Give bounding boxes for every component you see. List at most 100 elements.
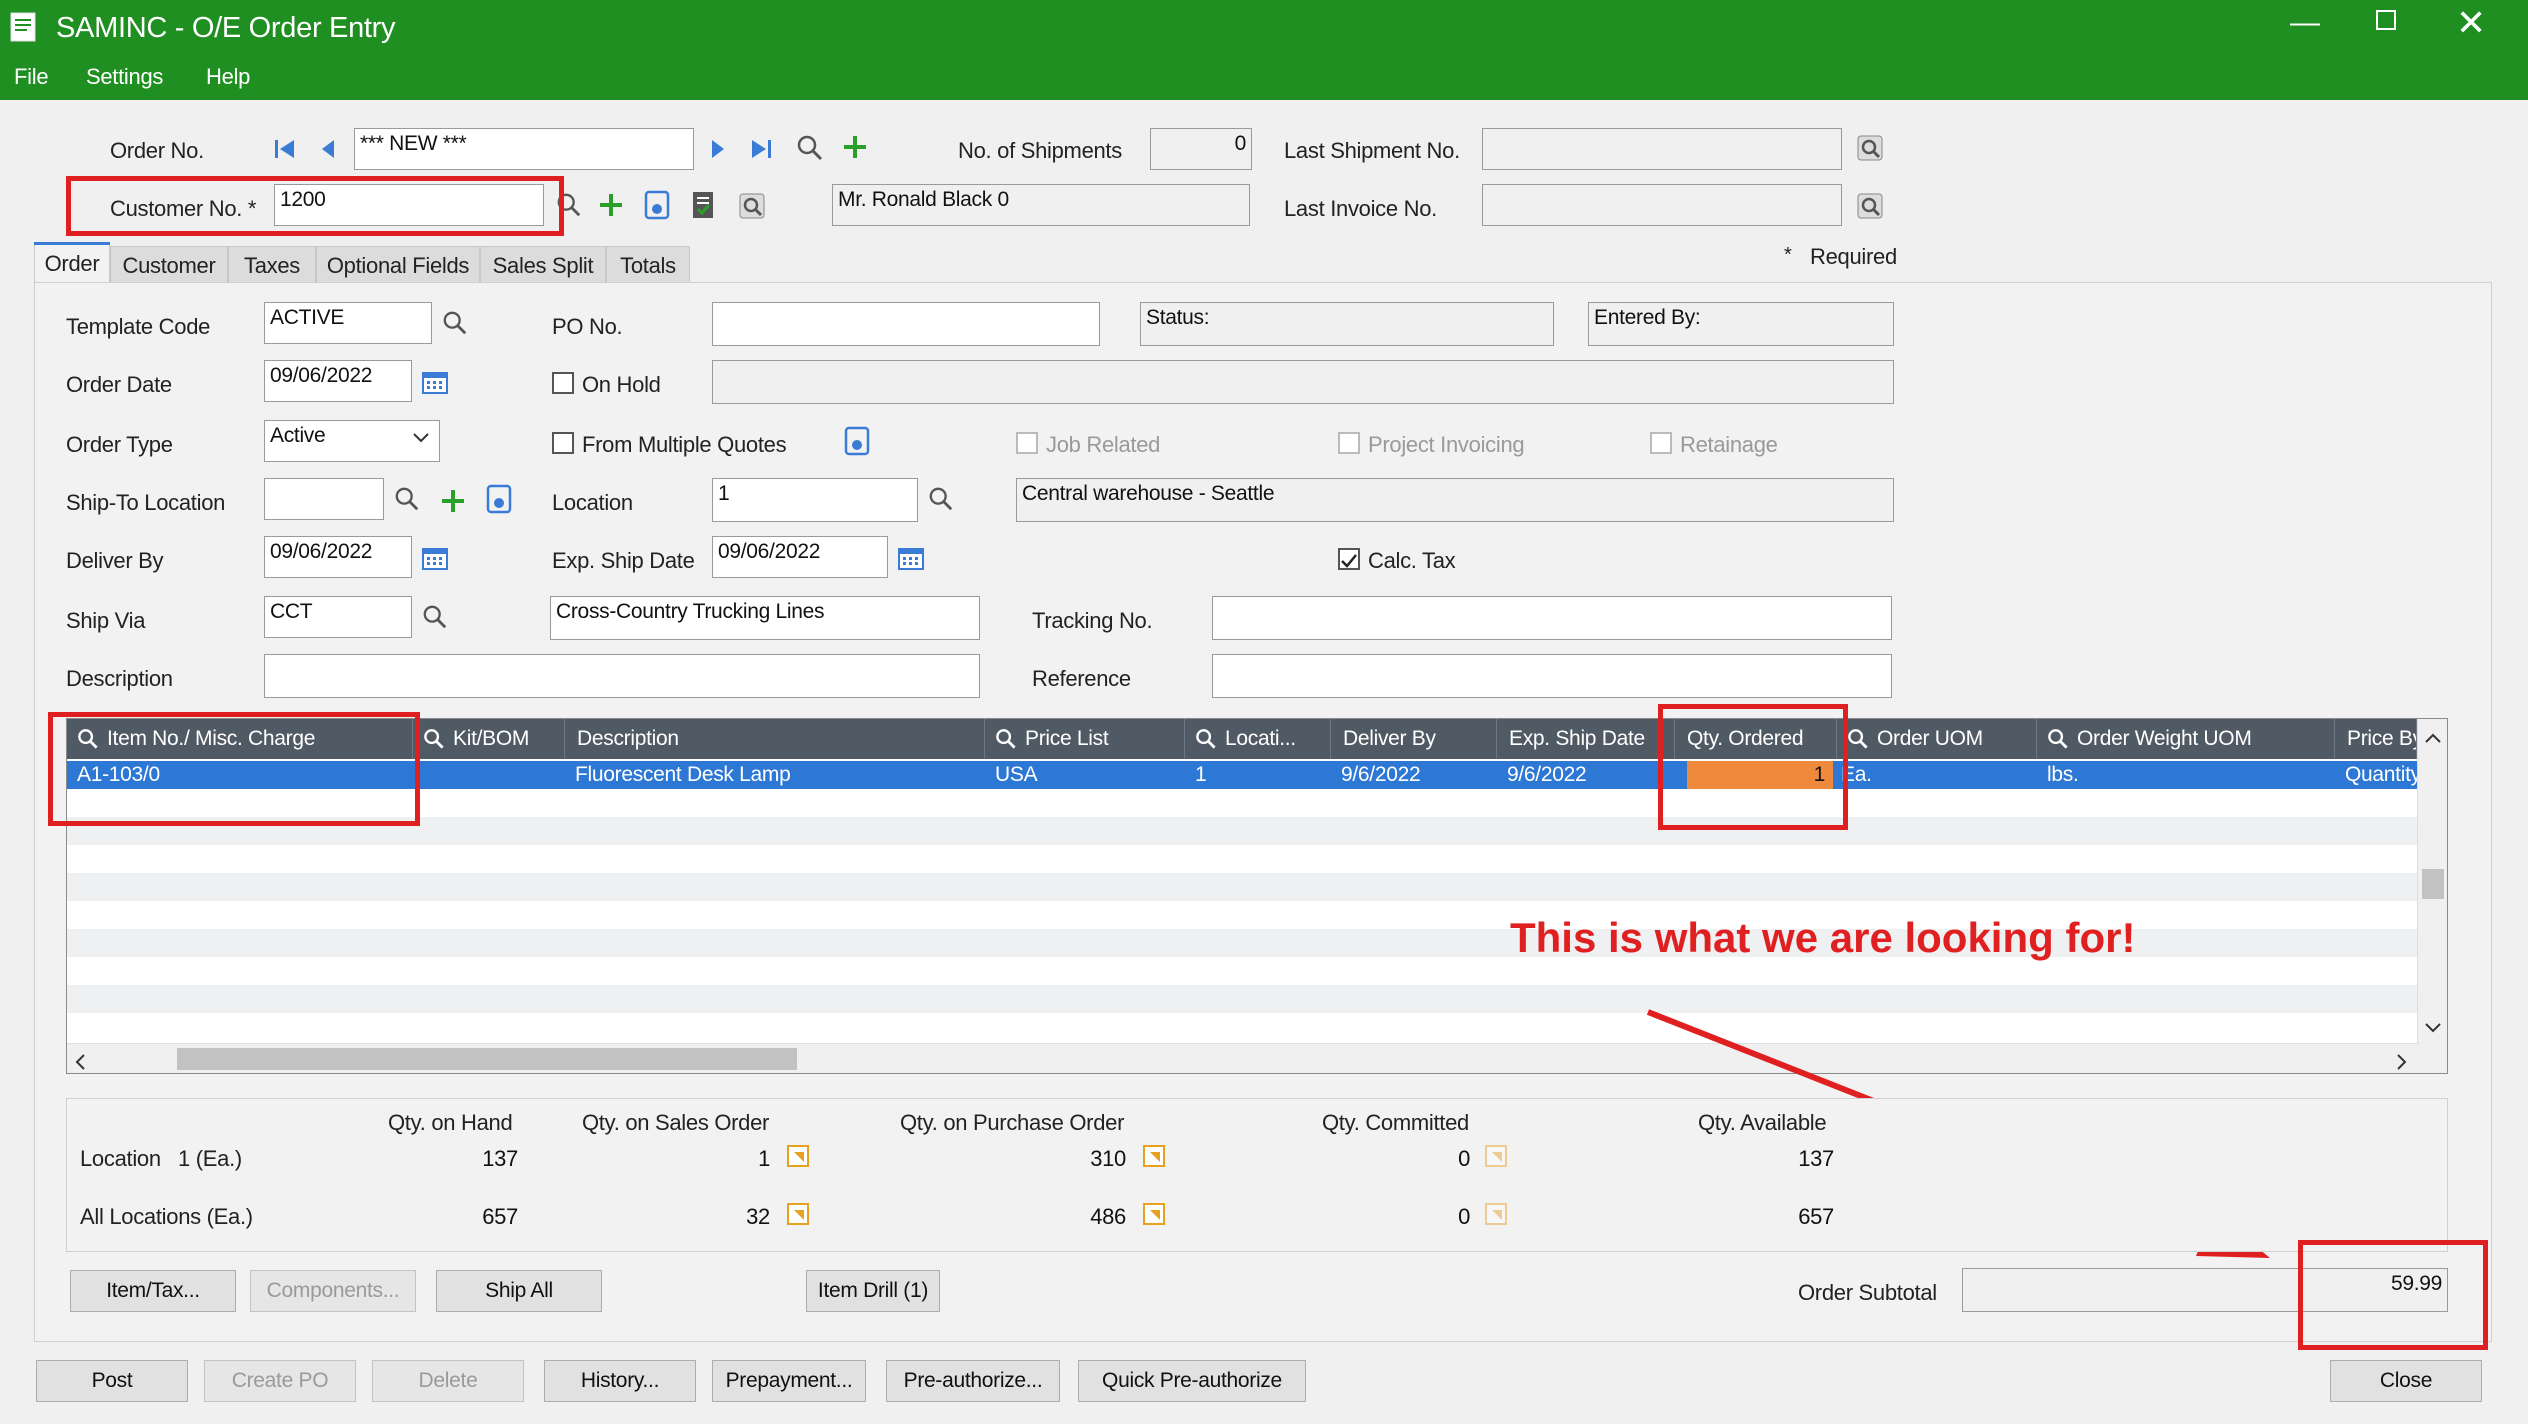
col-exp-ship[interactable]: Exp. Ship Date (1497, 719, 1675, 759)
cell-deliver-by[interactable]: 9/6/2022 (1331, 761, 1497, 789)
calc-tax-checkbox[interactable] (1338, 548, 1360, 570)
template-search-icon[interactable] (442, 310, 468, 336)
multiple-quotes-checkbox[interactable] (552, 432, 574, 454)
tab-customer[interactable]: Customer (110, 246, 228, 286)
col-location[interactable]: Locati... (1185, 719, 1331, 759)
qty-available-header: Qty. Available (1698, 1110, 1827, 1135)
reference-input[interactable] (1212, 654, 1892, 698)
col-price-by[interactable]: Price By (2335, 719, 2417, 759)
location-row-uom: 1 (Ea.) (178, 1146, 242, 1171)
new-order-icon[interactable] (842, 134, 868, 160)
cell-order-uom[interactable]: Ea. (1837, 761, 2037, 789)
cell-price-list[interactable]: USA (985, 761, 1185, 789)
empty-row (67, 845, 2417, 873)
close-button[interactable]: Close (2330, 1360, 2482, 1402)
col-description[interactable]: Description (565, 719, 985, 759)
order-date-input[interactable]: 09/06/2022 (264, 360, 412, 402)
ship-all-button[interactable]: Ship All (436, 1270, 602, 1312)
vertical-scroll-thumb[interactable] (2422, 869, 2444, 899)
order-type-value: Active (270, 424, 326, 447)
components-button[interactable]: Components... (250, 1270, 416, 1312)
on-hold-checkbox[interactable] (552, 372, 574, 394)
scroll-right-icon[interactable] (2395, 1051, 2409, 1073)
tab-taxes[interactable]: Taxes (228, 246, 316, 286)
tab-sales-split[interactable]: Sales Split (480, 246, 606, 286)
exp-ship-calendar-icon[interactable] (898, 546, 924, 570)
location-input[interactable]: 1 (712, 478, 918, 522)
item-tax-button[interactable]: Item/Tax... (70, 1270, 236, 1312)
maximize-icon[interactable] (2376, 10, 2396, 30)
cell-order-weight-uom[interactable]: lbs. (2037, 761, 2335, 789)
cell-description[interactable]: Fluorescent Desk Lamp (565, 761, 985, 789)
ship-to-info-icon[interactable] (486, 484, 512, 514)
tab-totals[interactable]: Totals (606, 246, 690, 286)
history-button[interactable]: History... (544, 1360, 696, 1402)
ship-to-input[interactable] (264, 478, 384, 520)
scroll-left-icon[interactable] (73, 1051, 87, 1073)
template-code-input[interactable]: ACTIVE (264, 302, 432, 344)
last-shipment-field (1482, 128, 1842, 170)
exp-ship-input[interactable]: 09/06/2022 (712, 536, 888, 578)
tab-optional-fields[interactable]: Optional Fields (316, 246, 480, 286)
tracking-input[interactable] (1212, 596, 1892, 640)
search-order-icon[interactable] (796, 134, 824, 162)
menu-help[interactable]: Help (206, 64, 250, 90)
menu-file[interactable]: File (14, 64, 49, 90)
last-invoice-zoom-icon[interactable] (1856, 192, 1884, 220)
order-no-input[interactable]: *** NEW *** (354, 128, 694, 170)
order-type-select[interactable]: Active (264, 420, 440, 462)
grid-vertical-scrollbar[interactable] (2417, 719, 2447, 1073)
tab-order[interactable]: Order (34, 242, 110, 286)
cell-location[interactable]: 1 (1185, 761, 1331, 789)
preauthorize-button[interactable]: Pre-authorize... (886, 1360, 1060, 1402)
cell-exp-ship[interactable]: 9/6/2022 (1497, 761, 1675, 789)
customer-no-highlight (66, 176, 564, 236)
previous-record-icon[interactable] (318, 136, 338, 162)
cell-kit-bom[interactable] (413, 761, 565, 789)
col-order-uom[interactable]: Order UOM (1837, 719, 2037, 759)
customer-info-icon[interactable] (644, 190, 670, 220)
last-shipment-zoom-icon[interactable] (1856, 134, 1884, 162)
prepayment-button[interactable]: Prepayment... (712, 1360, 866, 1402)
post-button[interactable]: Post (36, 1360, 188, 1402)
next-record-icon[interactable] (708, 136, 728, 162)
deliver-by-input[interactable]: 09/06/2022 (264, 536, 412, 578)
col-deliver-by[interactable]: Deliver By (1331, 719, 1497, 759)
menu-settings[interactable]: Settings (86, 64, 163, 90)
col-kit-bom[interactable]: Kit/BOM (413, 719, 565, 759)
po-no-input[interactable] (712, 302, 1100, 346)
quick-preauthorize-button[interactable]: Quick Pre-authorize (1078, 1360, 1306, 1402)
scroll-down-icon[interactable] (2424, 1015, 2442, 1041)
ship-via-input[interactable]: CCT (264, 596, 412, 638)
last-record-icon[interactable] (748, 136, 774, 162)
customer-notes-icon[interactable] (690, 190, 716, 220)
col-price-list[interactable]: Price List (985, 719, 1185, 759)
minimize-icon[interactable]: — (2290, 6, 2320, 40)
cell-price-by[interactable]: Quantity (2335, 761, 2417, 789)
drilldown-icon[interactable] (786, 1144, 810, 1168)
col-order-weight-uom[interactable]: Order Weight UOM (2037, 719, 2335, 759)
horizontal-scroll-thumb[interactable] (177, 1048, 797, 1070)
customer-zoom-icon[interactable] (738, 192, 766, 220)
deliver-by-calendar-icon[interactable] (422, 546, 448, 570)
ship-to-search-icon[interactable] (394, 486, 420, 512)
description-input[interactable] (264, 654, 980, 698)
multiple-quotes-info-icon[interactable] (844, 426, 870, 456)
add-customer-icon[interactable] (598, 192, 624, 218)
ship-to-add-icon[interactable] (440, 488, 466, 514)
close-window-icon[interactable]: ✕ (2456, 2, 2486, 44)
drilldown-icon[interactable] (1142, 1144, 1166, 1168)
scroll-up-icon[interactable] (2424, 725, 2442, 751)
drilldown-icon[interactable] (1142, 1202, 1166, 1226)
delete-button[interactable]: Delete (372, 1360, 524, 1402)
last-shipment-label: Last Shipment No. (1284, 138, 1460, 163)
ship-via-desc-input[interactable]: Cross-Country Trucking Lines (550, 596, 980, 640)
first-record-icon[interactable] (272, 136, 298, 162)
location-search-icon[interactable] (928, 486, 954, 512)
ship-via-search-icon[interactable] (422, 604, 448, 630)
drilldown-icon[interactable] (786, 1202, 810, 1226)
create-po-button[interactable]: Create PO (204, 1360, 356, 1402)
template-code-label: Template Code (66, 314, 211, 339)
item-drill-button[interactable]: Item Drill (1) (806, 1270, 940, 1312)
order-date-calendar-icon[interactable] (422, 370, 448, 394)
